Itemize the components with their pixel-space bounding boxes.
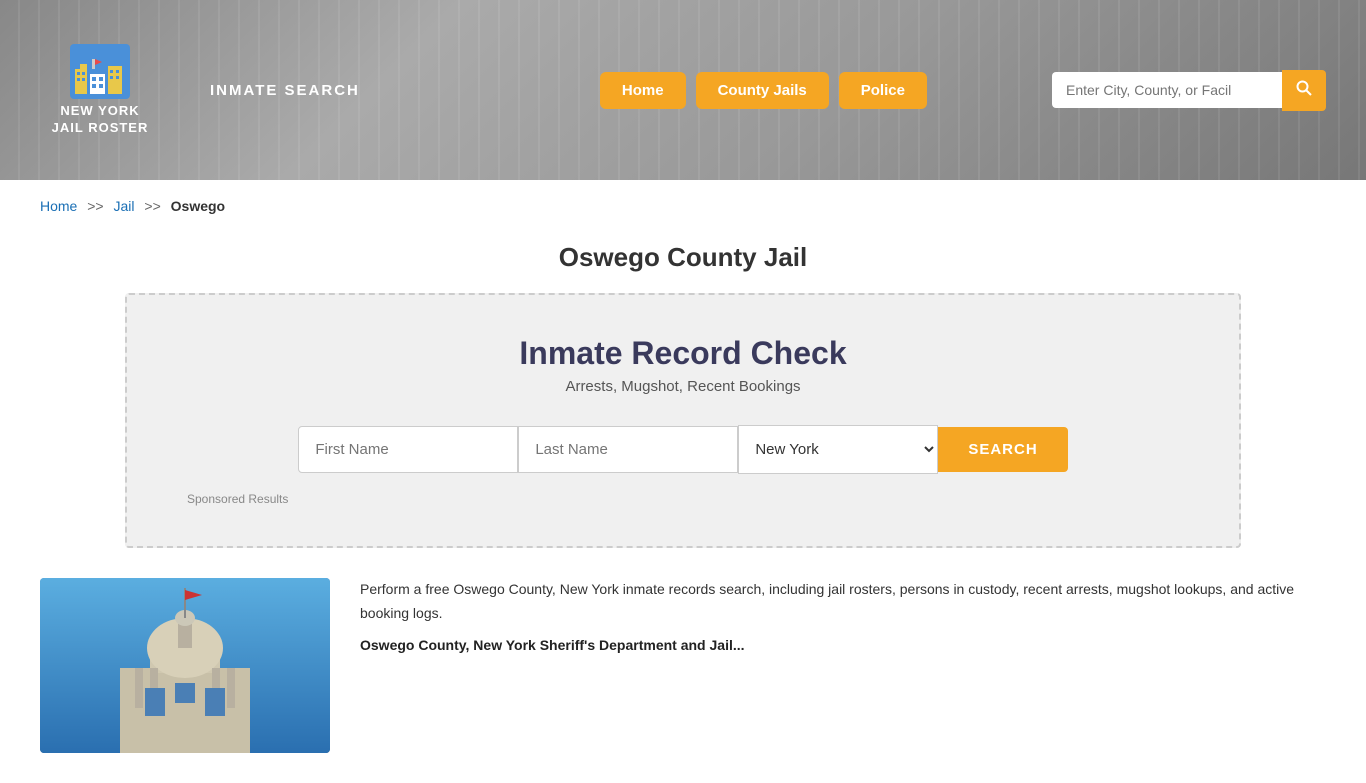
header-search-button[interactable] — [1282, 70, 1326, 111]
search-icon — [1296, 80, 1312, 96]
breadcrumb-sep2: >> — [144, 198, 160, 214]
logo-area: NEW YORK JAIL ROSTER — [40, 44, 160, 137]
breadcrumb-sep1: >> — [87, 198, 103, 214]
inmate-search-label: INMATE SEARCH — [210, 82, 360, 99]
breadcrumb-home-link[interactable]: Home — [40, 198, 77, 214]
nav-police-button[interactable]: Police — [839, 72, 927, 109]
main-nav: Home County Jails Police — [600, 72, 927, 109]
building-illustration — [40, 578, 330, 753]
page-title: Oswego County Jail — [0, 242, 1366, 273]
record-check-subtitle: Arrests, Mugshot, Recent Bookings — [187, 378, 1179, 395]
nav-home-button[interactable]: Home — [600, 72, 686, 109]
logo-text: NEW YORK JAIL ROSTER — [52, 103, 149, 137]
inmate-search-form: AlabamaAlaskaArizonaArkansasCaliforniaCo… — [187, 425, 1179, 474]
breadcrumb-jail-link[interactable]: Jail — [114, 198, 135, 214]
record-check-section: Inmate Record Check Arrests, Mugshot, Re… — [125, 293, 1241, 548]
site-header: NEW YORK JAIL ROSTER INMATE SEARCH Home … — [0, 0, 1366, 180]
breadcrumb: Home >> Jail >> Oswego — [0, 180, 1366, 232]
nav-county-jails-button[interactable]: County Jails — [696, 72, 829, 109]
header-search-area — [1052, 70, 1326, 111]
bottom-section: Perform a free Oswego County, New York i… — [0, 578, 1366, 783]
breadcrumb-current: Oswego — [171, 198, 225, 214]
last-name-input[interactable] — [518, 426, 738, 473]
jail-image — [40, 578, 330, 753]
search-submit-button[interactable]: SEARCH — [938, 427, 1067, 472]
description-paragraph1: Perform a free Oswego County, New York i… — [360, 578, 1326, 626]
bottom-description: Perform a free Oswego County, New York i… — [360, 578, 1326, 753]
state-select[interactable]: AlabamaAlaskaArizonaArkansasCaliforniaCo… — [738, 425, 938, 474]
description-partial-heading: Oswego County, New York Sheriff's Depart… — [360, 634, 1326, 658]
logo-icon — [70, 44, 130, 99]
sponsored-label: Sponsored Results — [187, 492, 1179, 506]
record-check-title: Inmate Record Check — [187, 335, 1179, 372]
header-search-input[interactable] — [1052, 72, 1282, 108]
first-name-input[interactable] — [298, 426, 518, 473]
